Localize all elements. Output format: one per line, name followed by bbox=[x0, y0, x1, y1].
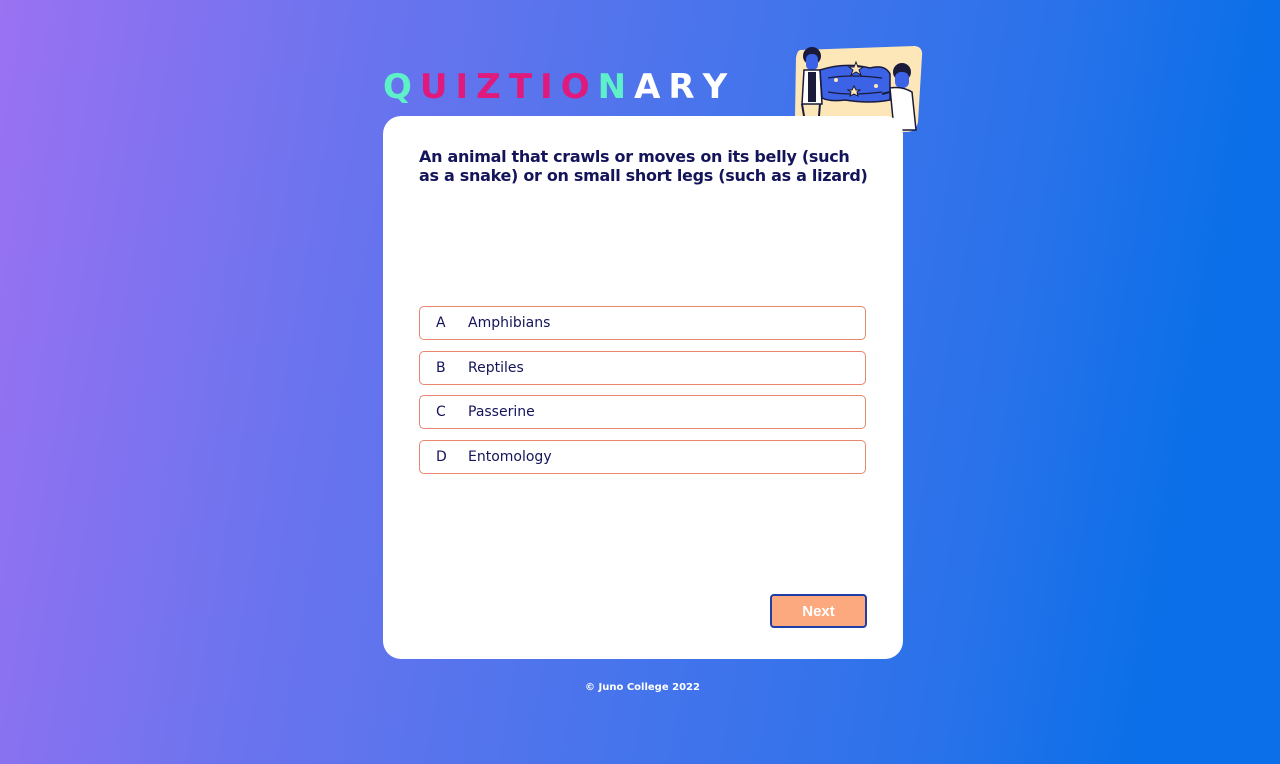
logo-letter: U bbox=[419, 67, 456, 107]
logo-letter: Q bbox=[383, 67, 420, 107]
app-logo: Q U I Z T I O N A R Y bbox=[383, 64, 735, 110]
logo-letter: I bbox=[455, 67, 477, 107]
logo-letter: O bbox=[560, 67, 598, 107]
logo-letter: T bbox=[508, 67, 541, 107]
answer-option-b[interactable]: B Reptiles bbox=[419, 350, 866, 385]
answer-label: Passerine bbox=[468, 404, 535, 421]
logo-letter: Z bbox=[476, 67, 509, 107]
logo-letter: N bbox=[597, 67, 635, 107]
answer-letter: B bbox=[436, 359, 446, 376]
logo-letter: A bbox=[634, 67, 669, 107]
answer-option-c[interactable]: C Passerine bbox=[419, 395, 866, 430]
answer-letter: A bbox=[436, 315, 446, 331]
logo-letter: Y bbox=[702, 67, 736, 107]
answer-option-a[interactable]: A Amphibians bbox=[419, 306, 866, 340]
answer-letter: C bbox=[436, 404, 446, 421]
answer-letter: D bbox=[436, 449, 447, 466]
answer-label: Entomology bbox=[468, 449, 552, 466]
quiz-card: An animal that crawls or moves on its be… bbox=[383, 116, 903, 659]
logo-letter: I bbox=[540, 67, 561, 107]
answer-label: Reptiles bbox=[468, 359, 524, 376]
answer-label: Amphibians bbox=[468, 315, 551, 331]
next-button[interactable]: Next bbox=[770, 594, 867, 628]
answer-list: A Amphibians B Reptiles C Passerine D En… bbox=[419, 306, 866, 485]
answer-option-d[interactable]: D Entomology bbox=[419, 440, 866, 475]
question-text: An animal that crawls or moves on its be… bbox=[419, 147, 868, 185]
footer-copyright: © Juno College 2022 bbox=[585, 682, 700, 693]
logo-letter: R bbox=[668, 67, 703, 107]
